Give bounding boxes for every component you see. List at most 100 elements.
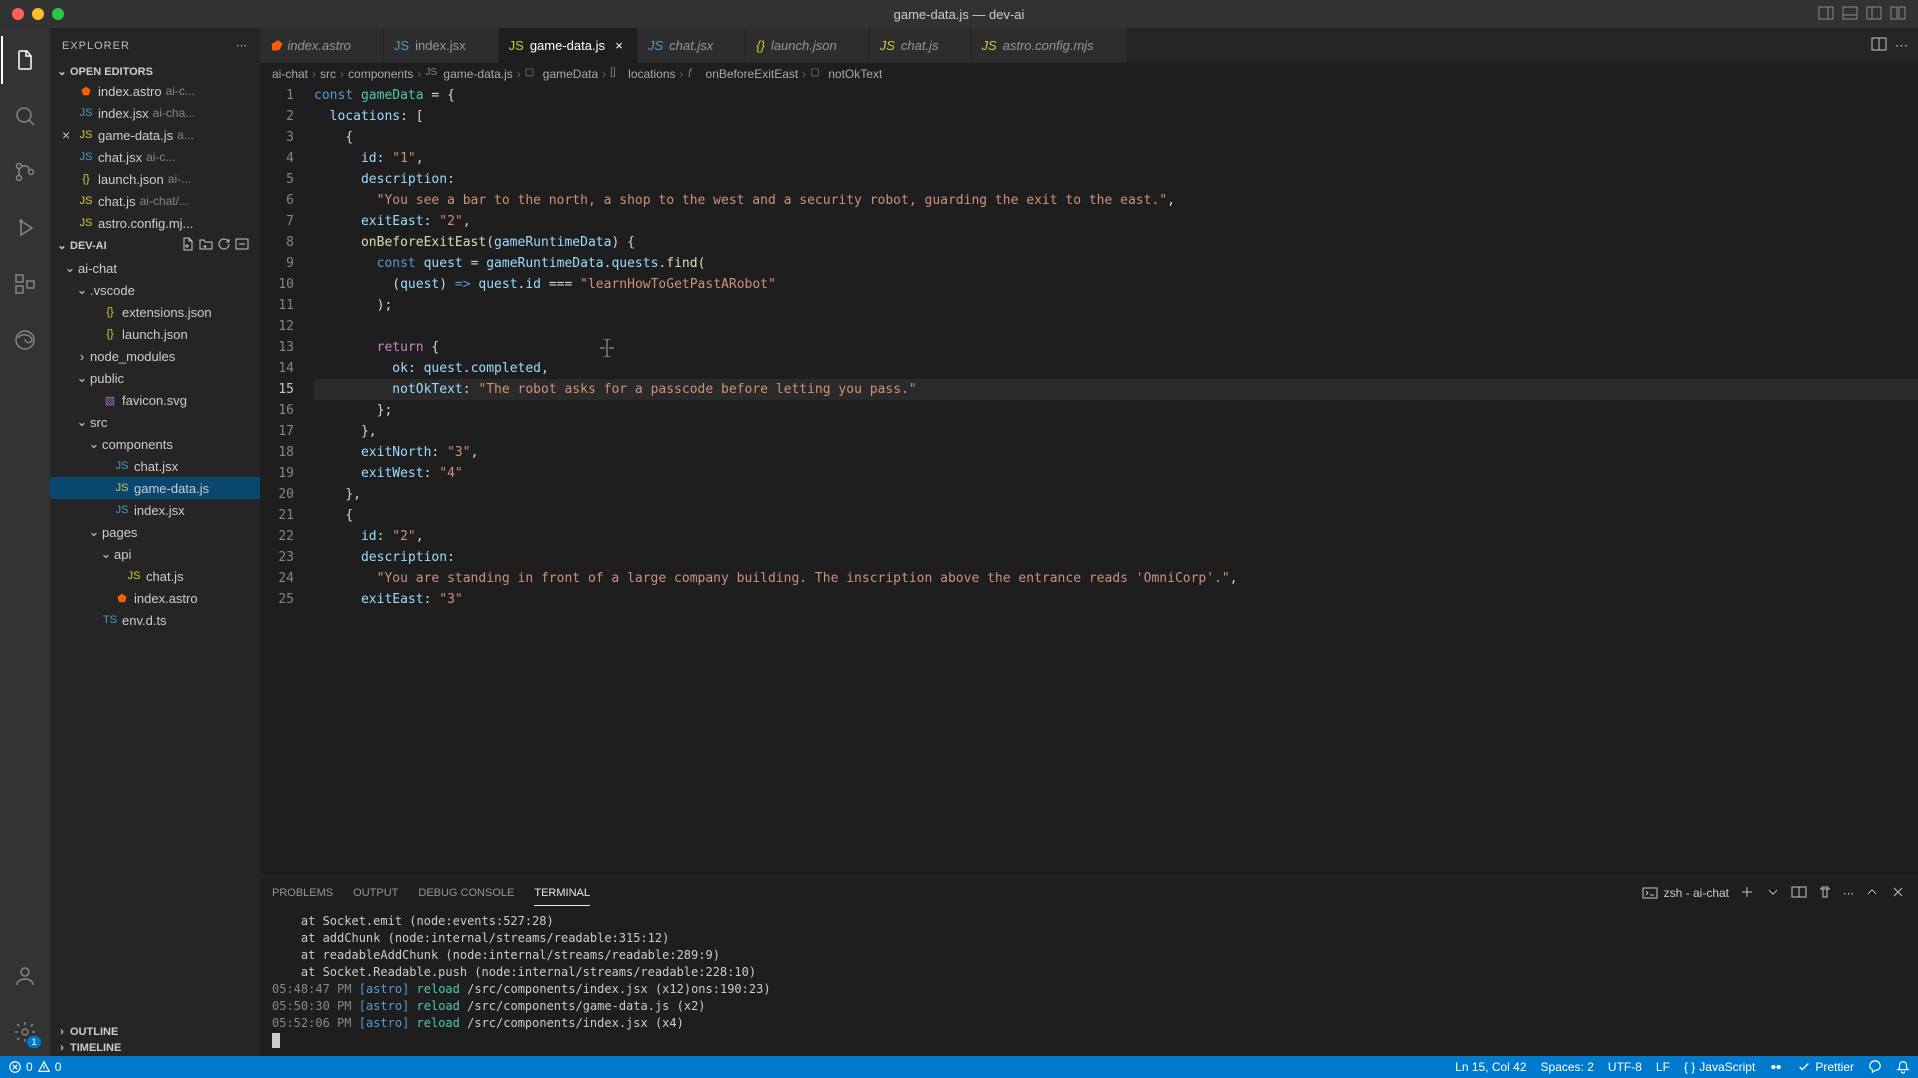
terminal-split-icon[interactable] bbox=[1791, 884, 1807, 903]
open-editors-header[interactable]: ⌄OPEN EDITORS bbox=[50, 63, 260, 80]
timeline-header[interactable]: ›TIMELINE bbox=[50, 1040, 260, 1056]
terminal-dropdown-icon[interactable] bbox=[1765, 884, 1781, 903]
folder-item[interactable]: ⌄public bbox=[50, 367, 260, 389]
tab-close-icon[interactable]: × bbox=[611, 38, 627, 54]
collapse-icon[interactable] bbox=[234, 236, 250, 255]
breadcrumb-item[interactable]: []locations bbox=[610, 67, 675, 81]
file-item[interactable]: {}extensions.json bbox=[50, 301, 260, 323]
open-editor-item[interactable]: ×JSchat.jsai-chat/... bbox=[50, 190, 260, 212]
breadcrumb-item[interactable]: components bbox=[348, 67, 413, 81]
status-prettier[interactable]: Prettier bbox=[1797, 1060, 1854, 1074]
editor-tab[interactable]: {}launch.json× bbox=[746, 28, 869, 63]
open-editor-item[interactable]: ×JSgame-data.jsa... bbox=[50, 124, 260, 146]
editor-tab[interactable]: JSindex.jsx× bbox=[384, 28, 499, 63]
status-language[interactable]: { }JavaScript bbox=[1684, 1060, 1755, 1074]
terminal-kill-icon[interactable] bbox=[1817, 884, 1833, 903]
open-editor-item[interactable]: ×{}launch.jsonai-... bbox=[50, 168, 260, 190]
folder-item[interactable]: ⌄components bbox=[50, 433, 260, 455]
js-file-icon: JS bbox=[78, 215, 94, 231]
terminal-cursor bbox=[272, 1033, 280, 1048]
open-editor-item[interactable]: ×JSchat.jsxai-c... bbox=[50, 146, 260, 168]
account-icon[interactable] bbox=[1, 952, 49, 1000]
status-eol[interactable]: LF bbox=[1656, 1060, 1670, 1074]
tab-output[interactable]: OUTPUT bbox=[353, 881, 398, 905]
folder-item[interactable]: ⌄pages bbox=[50, 521, 260, 543]
extensions-icon[interactable] bbox=[1, 260, 49, 308]
file-item[interactable]: TSenv.d.ts bbox=[50, 609, 260, 631]
terminal-output[interactable]: at Socket.emit (node:events:527:28) at a… bbox=[260, 909, 1918, 1056]
file-item[interactable]: ⬟index.astro bbox=[50, 587, 260, 609]
breadcrumb-item[interactable]: ▢notOkText bbox=[810, 67, 882, 81]
folder-header[interactable]: ⌄DEV-AI bbox=[50, 234, 260, 257]
file-item[interactable]: {}launch.json bbox=[50, 323, 260, 345]
editor-tab[interactable]: JSgame-data.js× bbox=[499, 28, 638, 63]
sidebar-more-icon[interactable]: ⋯ bbox=[236, 39, 248, 52]
window-title: game-data.js — dev-ai bbox=[894, 7, 1025, 22]
settings-icon[interactable]: 1 bbox=[1, 1008, 49, 1056]
folder-item[interactable]: ⌄.vscode bbox=[50, 279, 260, 301]
folder-item[interactable]: ⌄src bbox=[50, 411, 260, 433]
file-item[interactable]: JSindex.jsx bbox=[50, 499, 260, 521]
code-content[interactable]: const gameData = { locations: [ { id: "1… bbox=[310, 85, 1918, 876]
search-icon[interactable] bbox=[1, 92, 49, 140]
close-icon[interactable]: × bbox=[62, 127, 78, 143]
editor-body[interactable]: 1234567891011121314151617181920212223242… bbox=[260, 85, 1918, 876]
breadcrumb-item[interactable]: ƒonBeforeExitEast bbox=[688, 67, 799, 81]
breadcrumb-item[interactable]: JSgame-data.js bbox=[425, 67, 512, 81]
explorer-icon[interactable] bbox=[1, 36, 49, 84]
breadcrumb-item[interactable]: src bbox=[320, 67, 336, 81]
tabs: ⬟index.astro×JSindex.jsx×JSgame-data.js×… bbox=[260, 28, 1918, 63]
status-errors[interactable]: 0 0 bbox=[8, 1060, 61, 1074]
tab-debug-console[interactable]: DEBUG CONSOLE bbox=[418, 881, 514, 905]
window-close[interactable] bbox=[12, 8, 24, 20]
status-feedback-icon[interactable] bbox=[1868, 1060, 1882, 1074]
status-cursor[interactable]: Ln 15, Col 42 bbox=[1455, 1060, 1526, 1074]
breadcrumb-item[interactable]: ▢gameData bbox=[525, 67, 598, 81]
js-file-icon: JS bbox=[114, 480, 130, 496]
window-minimize[interactable] bbox=[32, 8, 44, 20]
breadcrumb-item[interactable]: ai-chat bbox=[272, 67, 308, 81]
source-control-icon[interactable] bbox=[1, 148, 49, 196]
editor-tab[interactable]: JSchat.jsx× bbox=[638, 28, 746, 63]
editor-tab[interactable]: JSastro.config.mjs× bbox=[971, 28, 1126, 63]
panel-toggle-icon[interactable] bbox=[1818, 5, 1834, 24]
terminal-selector[interactable]: zsh - ai-chat bbox=[1642, 885, 1729, 901]
status-spaces[interactable]: Spaces: 2 bbox=[1541, 1060, 1594, 1074]
terminal-new-icon[interactable] bbox=[1739, 884, 1755, 903]
open-editor-item[interactable]: ×JSindex.jsxai-cha... bbox=[50, 102, 260, 124]
folder-item[interactable]: ›node_modules bbox=[50, 345, 260, 367]
new-file-icon[interactable] bbox=[180, 236, 196, 255]
terminal-more-icon[interactable]: ⋯ bbox=[1843, 887, 1854, 900]
tab-problems[interactable]: PROBLEMS bbox=[272, 881, 333, 905]
terminal-maximize-icon[interactable] bbox=[1864, 884, 1880, 903]
open-editor-item[interactable]: ×JSastro.config.mj... bbox=[50, 212, 260, 234]
status-copilot-icon[interactable] bbox=[1769, 1060, 1783, 1074]
terminal-close-icon[interactable] bbox=[1890, 884, 1906, 903]
open-editor-item[interactable]: ×⬟index.astroai-c... bbox=[50, 80, 260, 102]
file-item[interactable]: JSchat.jsx bbox=[50, 455, 260, 477]
status-bell-icon[interactable] bbox=[1896, 1060, 1910, 1074]
split-editor-icon[interactable] bbox=[1871, 36, 1887, 55]
file-item[interactable]: JSgame-data.js bbox=[50, 477, 260, 499]
folder-item[interactable]: ⌄ai-chat bbox=[50, 257, 260, 279]
window-maximize[interactable] bbox=[52, 8, 64, 20]
editor-tab[interactable]: JSchat.js× bbox=[870, 28, 972, 63]
file-item[interactable]: JSchat.js bbox=[50, 565, 260, 587]
layout-icon[interactable] bbox=[1890, 5, 1906, 24]
editor-tab[interactable]: ⬟index.astro× bbox=[260, 28, 384, 63]
file-item[interactable]: ▧favicon.svg bbox=[50, 389, 260, 411]
refresh-icon[interactable] bbox=[216, 236, 232, 255]
edge-icon[interactable] bbox=[1, 316, 49, 364]
debug-icon[interactable] bbox=[1, 204, 49, 252]
json-file-icon: {} bbox=[102, 326, 118, 342]
outline-header[interactable]: ›OUTLINE bbox=[50, 1024, 260, 1040]
folder-item[interactable]: ⌄api bbox=[50, 543, 260, 565]
js-file-icon: JS bbox=[880, 38, 895, 53]
tab-more-icon[interactable]: ⋯ bbox=[1895, 38, 1908, 54]
sidebar-right-icon[interactable] bbox=[1866, 5, 1882, 24]
status-encoding[interactable]: UTF-8 bbox=[1608, 1060, 1642, 1074]
tab-terminal[interactable]: TERMINAL bbox=[534, 881, 590, 906]
new-folder-icon[interactable] bbox=[198, 236, 214, 255]
panel-bottom-icon[interactable] bbox=[1842, 5, 1858, 24]
breadcrumbs[interactable]: ai-chat›src›components›JSgame-data.js›▢g… bbox=[260, 63, 1918, 85]
